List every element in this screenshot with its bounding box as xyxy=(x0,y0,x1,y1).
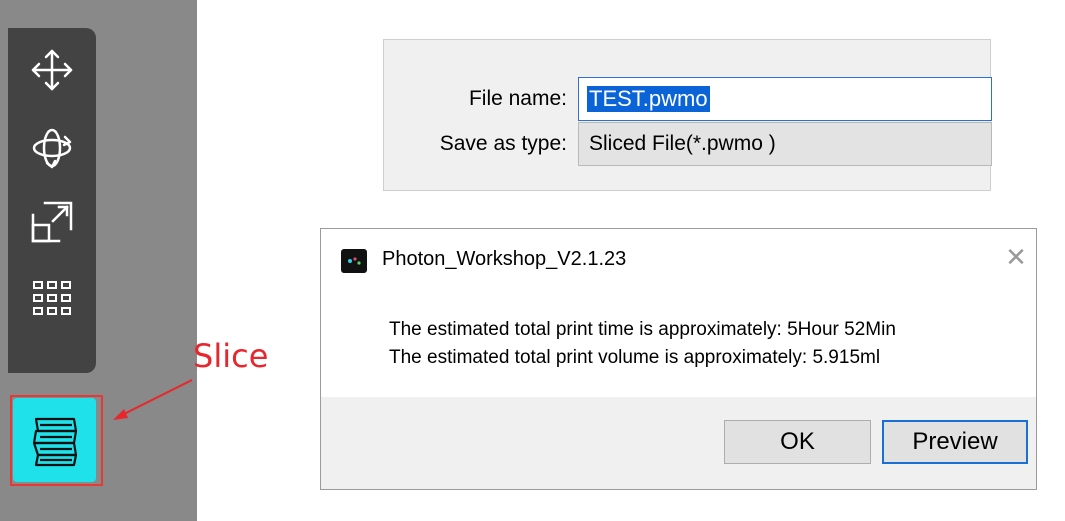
ok-button[interactable]: OK xyxy=(724,420,871,464)
array-tool-button[interactable] xyxy=(8,262,96,334)
preview-button[interactable]: Preview xyxy=(882,420,1028,464)
move-tool-button[interactable] xyxy=(8,34,96,106)
print-volume-message: The estimated total print volume is appr… xyxy=(389,347,881,368)
save-as-type-row: Save as type: Sliced File(*.pwmo ) xyxy=(384,122,992,166)
slice-annotation-label: Slice xyxy=(193,337,269,375)
left-tool-panel xyxy=(0,0,197,521)
slice-button[interactable] xyxy=(13,398,96,482)
save-as-type-label: Save as type: xyxy=(439,132,567,155)
estimate-message-box: Photon_Workshop_V2.1.23 ✕ The estimated … xyxy=(320,228,1037,490)
print-time-message: The estimated total print time is approx… xyxy=(389,319,896,340)
save-as-type-select[interactable]: Sliced File(*.pwmo ) xyxy=(578,122,992,166)
toolbar xyxy=(8,28,96,373)
file-name-value: TEST.pwmo xyxy=(587,86,710,112)
layers-icon xyxy=(32,417,77,467)
app-icon xyxy=(341,249,367,273)
file-name-input[interactable]: TEST.pwmo xyxy=(578,77,992,121)
message-box-titlebar: Photon_Workshop_V2.1.23 ✕ xyxy=(321,229,1036,289)
rotate-icon xyxy=(32,128,72,169)
message-box-title: Photon_Workshop_V2.1.23 xyxy=(382,248,627,270)
close-icon[interactable]: ✕ xyxy=(1001,243,1031,273)
move-icon xyxy=(31,49,73,91)
save-file-dialog-fragment: File name: TEST.pwmo Save as type: Slice… xyxy=(383,39,992,191)
grid-icon xyxy=(33,281,71,315)
file-name-label: File name: xyxy=(468,87,567,110)
rotate-tool-button[interactable] xyxy=(8,112,96,184)
file-name-row: File name: TEST.pwmo xyxy=(384,77,992,121)
save-as-type-value: Sliced File(*.pwmo ) xyxy=(589,132,776,155)
scale-tool-button[interactable] xyxy=(8,186,96,258)
scale-icon xyxy=(31,201,73,243)
message-box-footer: OK Preview xyxy=(321,397,1036,489)
